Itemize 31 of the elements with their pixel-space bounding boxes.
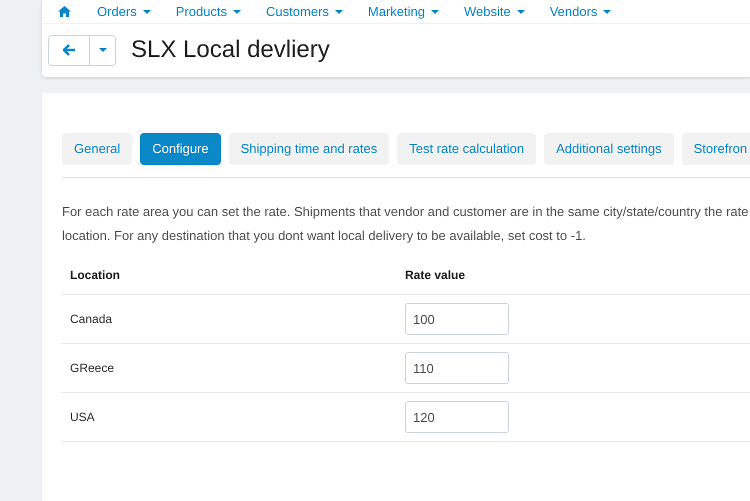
tab[interactable]: Configure (140, 133, 221, 165)
location-cell-text: Canada (69, 311, 114, 328)
page-title: SLX Local devliery (131, 35, 330, 65)
caret-icon (98, 48, 106, 52)
tab[interactable]: Storefron (682, 133, 750, 165)
nav-menu-item[interactable]: Website (464, 2, 525, 22)
home-icon[interactable] (58, 6, 71, 17)
caret-icon (516, 10, 525, 14)
caret-icon (334, 10, 343, 14)
rate-input-field[interactable]: 100 (405, 303, 509, 335)
caret-icon (430, 10, 439, 14)
location-cell-text: USA (69, 409, 96, 426)
nav-menu-item[interactable]: Customers (266, 2, 343, 22)
nav-menu-item[interactable]: Products (176, 2, 242, 22)
caret-icon (142, 10, 151, 14)
back-arrow-icon (62, 44, 76, 56)
tab[interactable]: Test rate calculation (397, 133, 536, 165)
nav-menu-item[interactable]: Marketing (368, 2, 439, 22)
column-header: Location (69, 267, 121, 284)
tab[interactable]: Additional settings (544, 133, 674, 165)
rate-input-field[interactable]: 110 (405, 352, 509, 384)
rate-input-field[interactable]: 120 (405, 401, 509, 433)
caret-icon (603, 10, 612, 14)
location-cell-text: GReece (69, 360, 116, 377)
nav-menu-item[interactable]: Vendors (550, 2, 612, 22)
description-text: For each rate area you can set the rate. Shipments that vendor and customer are in the same city/state/country the rate location. For any destination that you dont want local delivery to be available, set cost to -1. (62, 203, 750, 245)
tab[interactable]: Shipping time and rates (228, 133, 390, 165)
caret-icon (233, 10, 242, 14)
column-header: Rate value (405, 267, 466, 284)
tab[interactable]: General (62, 133, 132, 165)
nav-menu-item[interactable]: Orders (97, 2, 151, 22)
